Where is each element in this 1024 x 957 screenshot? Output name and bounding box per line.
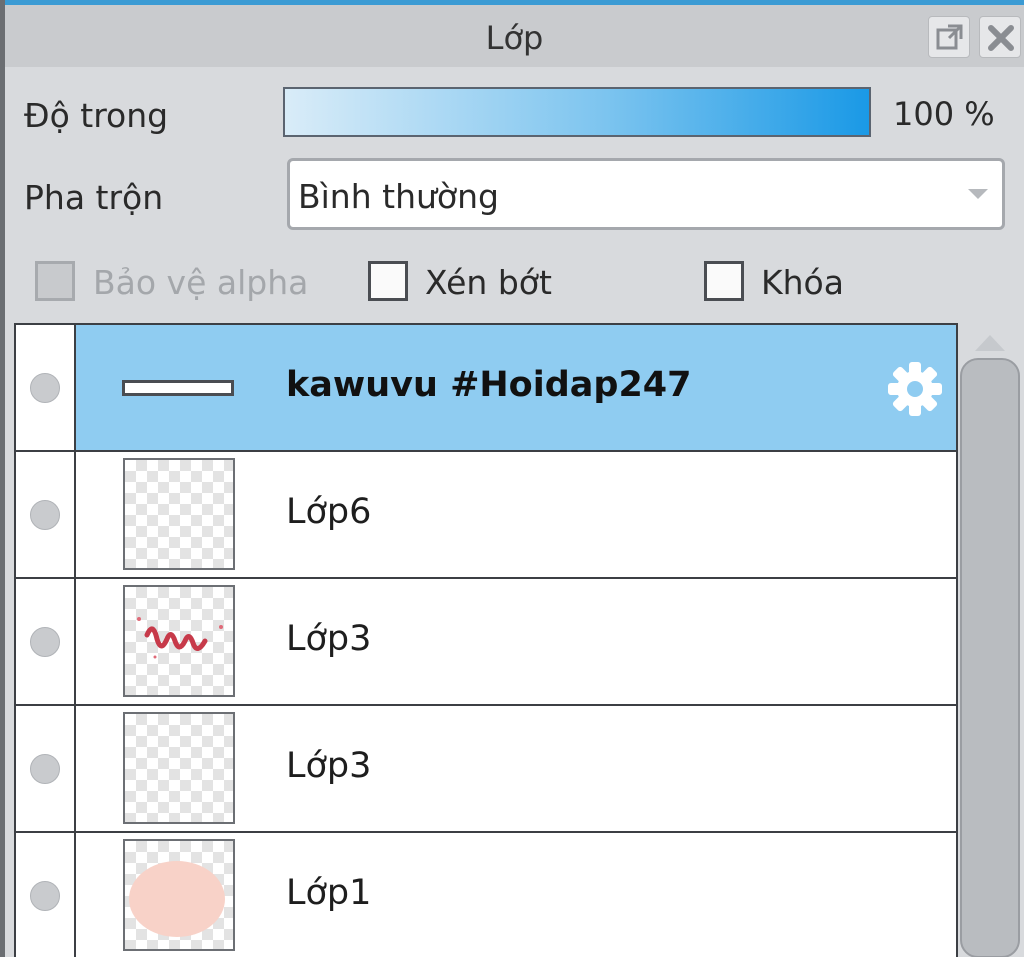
visibility-dot-icon [30,373,60,403]
layer-row[interactable]: kawuvu #Hoidap247 [16,325,956,452]
visibility-toggle[interactable] [16,833,76,957]
panel-titlebar[interactable]: Lớp [5,5,1024,67]
panel-title: Lớp [485,19,544,57]
red-lettering-thumbnail [137,617,223,659]
close-button[interactable] [979,16,1021,58]
layer-name: kawuvu #Hoidap247 [286,365,692,405]
protect-alpha-checkbox[interactable] [35,261,75,301]
layer-thumbnail [123,839,235,951]
visibility-toggle[interactable] [16,452,76,577]
blend-mode-select[interactable]: Bình thường [287,158,1005,230]
layer-main[interactable]: kawuvu #Hoidap247 [76,325,956,450]
layer-row[interactable]: Lớp3 [16,579,956,706]
gear-icon[interactable] [886,360,944,418]
opacity-slider[interactable] [283,87,871,137]
layer-row[interactable]: Lớp1 [16,833,956,957]
layer-name: Lớp3 [286,746,372,786]
layer-main[interactable]: Lớp3 [76,706,956,831]
scroll-up-icon[interactable] [975,333,1005,353]
layer-thumbnail [123,712,235,824]
layer-main[interactable]: Lớp6 [76,452,956,577]
opacity-value: 100 % [893,95,995,133]
visibility-toggle[interactable] [16,706,76,831]
visibility-dot-icon [30,754,60,784]
opacity-label: Độ trong [24,96,169,135]
scrollbar-thumb[interactable] [960,358,1020,957]
close-icon [988,25,1014,51]
lock-label: Khóa [761,263,844,302]
visibility-toggle[interactable] [16,325,76,450]
layer-main[interactable]: Lớp1 [76,833,956,957]
layer-thumbnail [123,458,235,570]
clip-label: Xén bớt [425,263,552,302]
layer-list: kawuvu #Hoidap247 Lớp6 Lớp3 Lớp3 Lớp1 [14,323,958,957]
layer-thumbnail [122,380,234,396]
popout-icon [936,24,963,50]
layer-row[interactable]: Lớp6 [16,452,956,579]
visibility-dot-icon [30,627,60,657]
layer-thumbnail [123,585,235,697]
popout-button[interactable] [928,16,970,58]
blend-mode-label: Pha trộn [24,178,164,217]
lock-checkbox[interactable] [704,261,744,301]
layer-row[interactable]: Lớp3 [16,706,956,833]
layer-name: Lớp6 [286,492,372,532]
blend-mode-value: Bình thường [298,177,499,216]
visibility-toggle[interactable] [16,579,76,704]
layer-panel: Lớp Độ trong 100 % Pha trộn Bình thường … [0,0,1024,957]
layer-name: Lớp1 [286,873,372,913]
left-edge [0,0,5,957]
clip-checkbox[interactable] [368,261,408,301]
pink-blob-thumbnail [129,861,225,937]
protect-alpha-label: Bảo vệ alpha [93,263,309,302]
layer-name: Lớp3 [286,619,372,659]
chevron-down-icon [968,189,988,199]
visibility-dot-icon [30,881,60,911]
layer-main[interactable]: Lớp3 [76,579,956,704]
visibility-dot-icon [30,500,60,530]
